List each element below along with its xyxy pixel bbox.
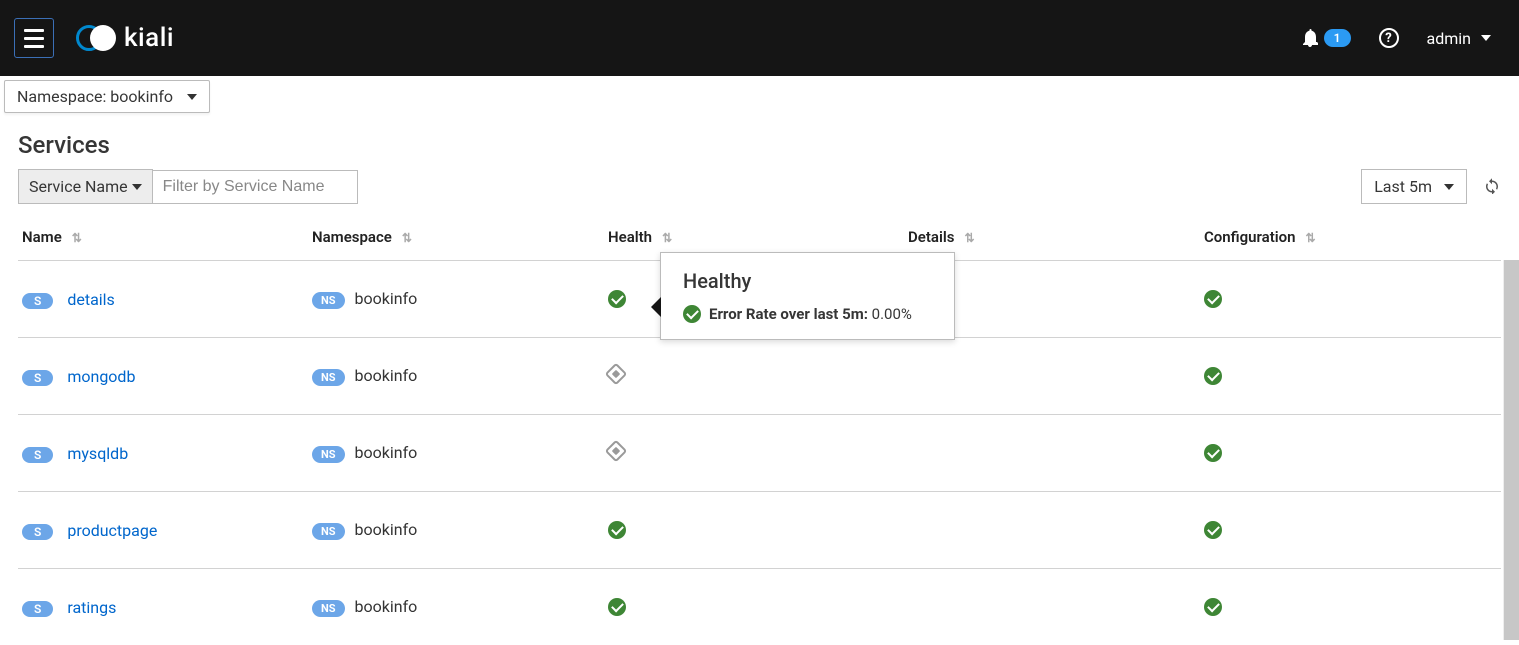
time-range-label: Last 5m [1374,177,1432,196]
filter-input[interactable] [153,170,358,204]
service-badge: S [22,293,53,309]
table-row: Sratings NS bookinfo [18,569,1501,645]
details-cell [904,338,1200,415]
configuration-cell [1200,415,1501,492]
brand-logo[interactable]: kiali [76,23,174,53]
check-circle-icon [1204,367,1222,385]
check-circle-icon [608,290,626,308]
namespace-badge: NS [312,369,345,386]
refresh-icon [1483,176,1501,194]
namespace-badge: NS [312,523,345,540]
health-cell[interactable] [604,569,904,645]
check-circle-icon [608,521,626,539]
notifications-button[interactable]: 1 [1302,29,1351,47]
service-link[interactable]: ratings [67,598,116,617]
help-button[interactable]: ? [1379,28,1399,48]
page-title: Services [0,113,1519,169]
check-circle-icon [1204,521,1222,539]
namespace-label: Namespace: bookinfo [17,87,173,106]
configuration-cell [1200,261,1501,338]
service-link[interactable]: details [67,290,114,309]
configuration-cell [1200,569,1501,645]
caret-down-icon [132,184,142,190]
namespace-selector[interactable]: Namespace: bookinfo [4,80,210,113]
filter-type-dropdown[interactable]: Service Name [18,169,153,204]
time-range-dropdown[interactable]: Last 5m [1361,169,1467,204]
table-row: Smysqldb NS bookinfo [18,415,1501,492]
tooltip-metric-value: 0.00% [872,305,912,323]
topbar-right: 1 ? admin [1302,28,1491,48]
brand-name: kiali [124,23,174,53]
tooltip-metric-line: Error Rate over last 5m: 0.00% [683,305,932,323]
hamburger-icon [24,29,44,48]
service-badge: S [22,601,53,617]
service-link[interactable]: productpage [67,521,157,540]
sort-icon: ⇅ [402,231,412,245]
namespace-value: bookinfo [355,597,418,616]
filter-toolbar: Service Name Last 5m [0,169,1519,218]
sort-icon: ⇅ [662,231,672,245]
details-cell [904,569,1200,645]
namespace-badge: NS [312,446,345,463]
kiali-logo-icon [76,23,114,53]
health-cell[interactable] [604,415,904,492]
top-bar: kiali 1 ? admin [0,0,1519,76]
scrollbar[interactable] [1503,260,1519,640]
namespace-value: bookinfo [355,289,418,308]
user-name: admin [1427,29,1471,48]
service-badge: S [22,524,53,540]
namespace-row: Namespace: bookinfo [0,76,1519,113]
col-namespace[interactable]: Namespace⇅ [308,218,604,261]
table-row: Smongodb NS bookinfo [18,338,1501,415]
check-circle-icon [1204,444,1222,462]
service-badge: S [22,370,53,386]
tooltip-metric-label: Error Rate over last 5m: [709,305,868,323]
service-link[interactable]: mongodb [67,367,135,386]
tooltip-title: Healthy [683,269,932,293]
configuration-cell [1200,338,1501,415]
notification-count-badge: 1 [1324,29,1351,47]
diamond-unknown-icon [605,440,628,463]
namespace-badge: NS [312,292,345,309]
health-cell[interactable] [604,338,904,415]
sort-icon: ⇅ [964,231,974,245]
diamond-unknown-icon [605,363,628,386]
bell-icon [1302,29,1318,47]
health-tooltip: Healthy Error Rate over last 5m: 0.00% [660,252,955,340]
check-circle-icon [608,598,626,616]
details-cell [904,415,1200,492]
caret-down-icon [187,94,197,100]
service-link[interactable]: mysqldb [67,444,128,463]
check-circle-icon [1204,598,1222,616]
configuration-cell [1200,492,1501,569]
hamburger-menu-button[interactable] [14,18,54,58]
namespace-value: bookinfo [355,443,418,462]
caret-down-icon [1481,35,1491,41]
filter-type-label: Service Name [29,177,128,196]
sort-icon: ⇅ [72,231,82,245]
details-cell [904,492,1200,569]
col-name[interactable]: Name⇅ [18,218,308,261]
col-configuration[interactable]: Configuration⇅ [1200,218,1501,261]
check-circle-icon [1204,290,1222,308]
caret-down-icon [1444,184,1454,190]
sort-icon: ⇅ [1306,231,1316,245]
user-menu-button[interactable]: admin [1427,29,1491,48]
health-cell[interactable] [604,492,904,569]
namespace-badge: NS [312,600,345,617]
namespace-value: bookinfo [355,520,418,539]
table-row: Sproductpage NS bookinfo [18,492,1501,569]
namespace-value: bookinfo [355,366,418,385]
refresh-button[interactable] [1483,176,1501,198]
check-circle-icon [683,305,701,323]
service-badge: S [22,447,53,463]
